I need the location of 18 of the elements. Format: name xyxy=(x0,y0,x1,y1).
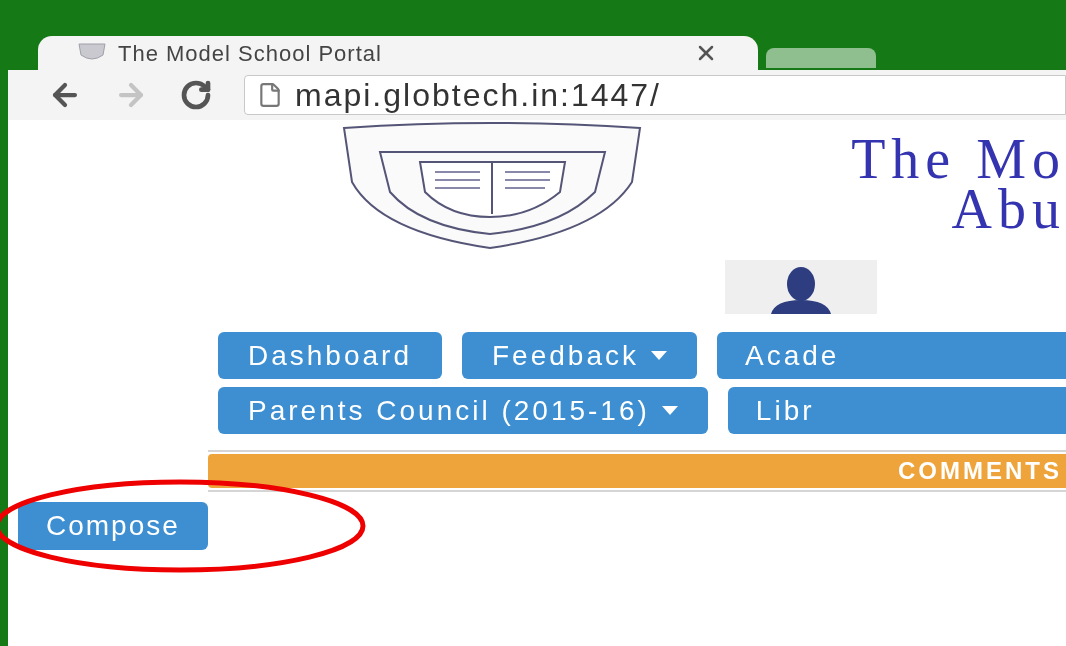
school-name-title: Abu xyxy=(951,184,1066,234)
school-name-title: The Mo xyxy=(851,134,1066,184)
user-silhouette-icon xyxy=(769,266,833,314)
compose-button[interactable]: Compose xyxy=(18,502,208,550)
tab-title: The Model School Portal xyxy=(118,39,382,68)
page-icon xyxy=(257,82,283,108)
crest-icon xyxy=(78,43,106,63)
nav-menu-button[interactable]: Feedback xyxy=(462,332,697,379)
browser-tab[interactable]: The Model School Portal xyxy=(38,36,758,70)
nav-menu-button[interactable]: Acade xyxy=(716,332,1066,379)
reload-icon[interactable] xyxy=(180,79,212,111)
nav-menu-button[interactable]: Libr xyxy=(727,387,1066,434)
caret-icon xyxy=(661,406,678,415)
caret-icon xyxy=(650,351,667,360)
address-bar[interactable]: mapi.globtech.in:1447/ xyxy=(244,75,1066,115)
nav-menu-button[interactable]: Parents Council (2015-16) xyxy=(218,387,708,434)
nav-menu-button[interactable]: Dashboard xyxy=(218,332,442,379)
comments-section-bar: COMMENTS xyxy=(208,454,1066,488)
